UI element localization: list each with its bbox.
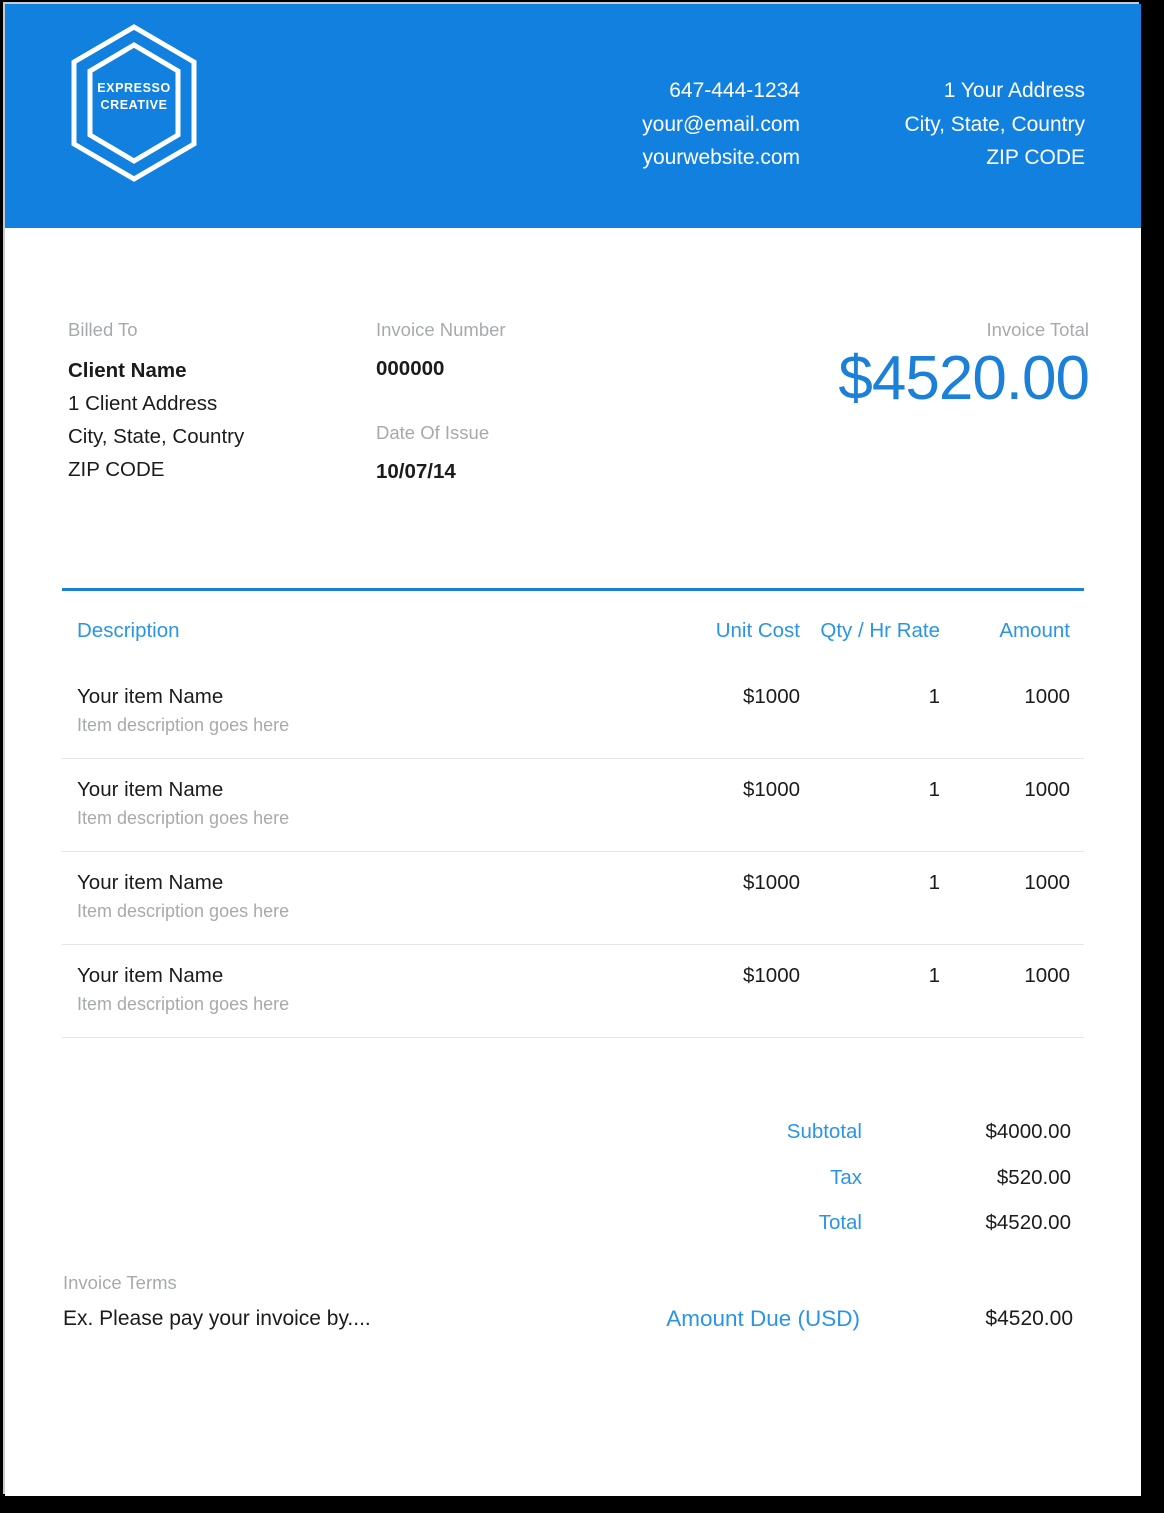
item-description: Item description goes here [77, 994, 290, 1014]
company-address-line-2: City, State, Country [904, 112, 1085, 136]
item-amount: 1000 [1024, 778, 1070, 801]
totals-row-tax: Tax $520.00 [565, 1166, 1085, 1212]
item-name: Your item Name [77, 871, 224, 894]
invoice-total-label: Invoice Total [986, 319, 1090, 340]
item-description-cell: Your item Name Item description goes her… [62, 870, 610, 926]
line-items-table: Description Unit Cost Qty / Hr Rate Amou… [62, 591, 1084, 1038]
client-name: Client Name [68, 359, 187, 382]
column-header-amount: Amount [999, 619, 1070, 642]
item-amount: 1000 [1024, 964, 1070, 987]
billed-to-block: Billed To Client Name 1 Client Address C… [68, 318, 398, 486]
client-address-line-3: ZIP CODE [68, 458, 165, 481]
date-of-issue-label: Date Of Issue [376, 422, 490, 443]
item-description: Item description goes here [77, 715, 290, 735]
company-address-line-1: 1 Your Address [943, 79, 1085, 102]
column-header-description: Description [77, 619, 180, 642]
total-label: Total [818, 1211, 862, 1234]
invoice-total-block: Invoice Total $4520.00 [838, 318, 1090, 413]
totals-section: Subtotal $4000.00 Tax $520.00 Total $452… [565, 1120, 1085, 1257]
invoice-header: EXPRESSO CREATIVE 647-444-1234 your@emai… [5, 4, 1141, 228]
company-address-line-3: ZIP CODE [986, 146, 1085, 169]
tax-value: $520.00 [996, 1165, 1071, 1189]
invoice-terms-text: Ex. Please pay your invoice by.... [63, 1307, 371, 1330]
item-description: Item description goes here [77, 808, 290, 828]
item-amount: 1000 [1024, 685, 1070, 708]
header-contact-block: 647-444-1234 your@email.com yourwebsite.… [455, 74, 800, 175]
item-name: Your item Name [77, 778, 224, 801]
company-website: yourwebsite.com [642, 146, 800, 169]
logo-line-1: EXPRESSO [97, 81, 171, 95]
invoice-number-value: 000000 [376, 357, 445, 380]
item-description-cell: Your item Name Item description goes her… [62, 963, 610, 1019]
table-row: Your item Name Item description goes her… [62, 852, 1084, 945]
billed-to-label: Billed To [68, 319, 138, 340]
invoice-total-amount: $4520.00 [838, 344, 1090, 413]
item-unit-cost: $1000 [742, 871, 800, 894]
item-name: Your item Name [77, 685, 224, 708]
item-qty: 1 [928, 964, 940, 987]
invoice-terms-label: Invoice Terms [63, 1272, 177, 1293]
item-description: Item description goes here [77, 901, 290, 921]
table-row: Your item Name Item description goes her… [62, 666, 1084, 759]
logo-wordmark: EXPRESSO CREATIVE [66, 80, 202, 114]
invoice-document: EXPRESSO CREATIVE 647-444-1234 your@emai… [5, 4, 1141, 1496]
item-name: Your item Name [77, 964, 224, 987]
item-unit-cost: $1000 [742, 685, 800, 708]
invoice-number-label: Invoice Number [376, 319, 506, 340]
total-value: $4520.00 [985, 1211, 1071, 1234]
logo-line-2: CREATIVE [100, 98, 168, 112]
table-header-row: Description Unit Cost Qty / Hr Rate Amou… [62, 591, 1084, 666]
item-description-cell: Your item Name Item description goes her… [62, 684, 610, 740]
company-logo: EXPRESSO CREATIVE [66, 23, 202, 183]
company-phone: 647-444-1234 [669, 79, 800, 102]
totals-row-subtotal: Subtotal $4000.00 [565, 1120, 1085, 1166]
column-header-unit-cost: Unit Cost [715, 619, 800, 642]
client-address-line-1: 1 Client Address [68, 392, 218, 415]
header-address-block: 1 Your Address City, State, Country ZIP … [825, 74, 1085, 175]
invoice-number-block: Invoice Number 000000 [376, 318, 636, 385]
item-qty: 1 [928, 685, 940, 708]
item-description-cell: Your item Name Item description goes her… [62, 777, 610, 833]
page-frame: EXPRESSO CREATIVE 647-444-1234 your@emai… [0, 0, 1164, 1513]
date-of-issue-value: 10/07/14 [376, 460, 456, 483]
totals-row-total: Total $4520.00 [565, 1211, 1085, 1257]
table-row: Your item Name Item description goes her… [62, 945, 1084, 1038]
subtotal-value: $4000.00 [985, 1120, 1071, 1143]
amount-due-value: $4520.00 [985, 1307, 1073, 1330]
company-email: your@email.com [642, 112, 800, 136]
subtotal-label: Subtotal [786, 1120, 862, 1143]
column-header-qty: Qty / Hr Rate [820, 619, 940, 642]
date-of-issue-block: Date Of Issue 10/07/14 [376, 421, 636, 488]
item-qty: 1 [928, 871, 940, 894]
client-address-line-2: City, State, Country [68, 425, 245, 448]
amount-due-label: Amount Due (USD) [666, 1306, 860, 1331]
item-qty: 1 [928, 778, 940, 801]
item-unit-cost: $1000 [742, 778, 800, 801]
table-row: Your item Name Item description goes her… [62, 759, 1084, 852]
item-amount: 1000 [1024, 871, 1070, 894]
tax-label: Tax [830, 1165, 862, 1189]
item-unit-cost: $1000 [742, 964, 800, 987]
